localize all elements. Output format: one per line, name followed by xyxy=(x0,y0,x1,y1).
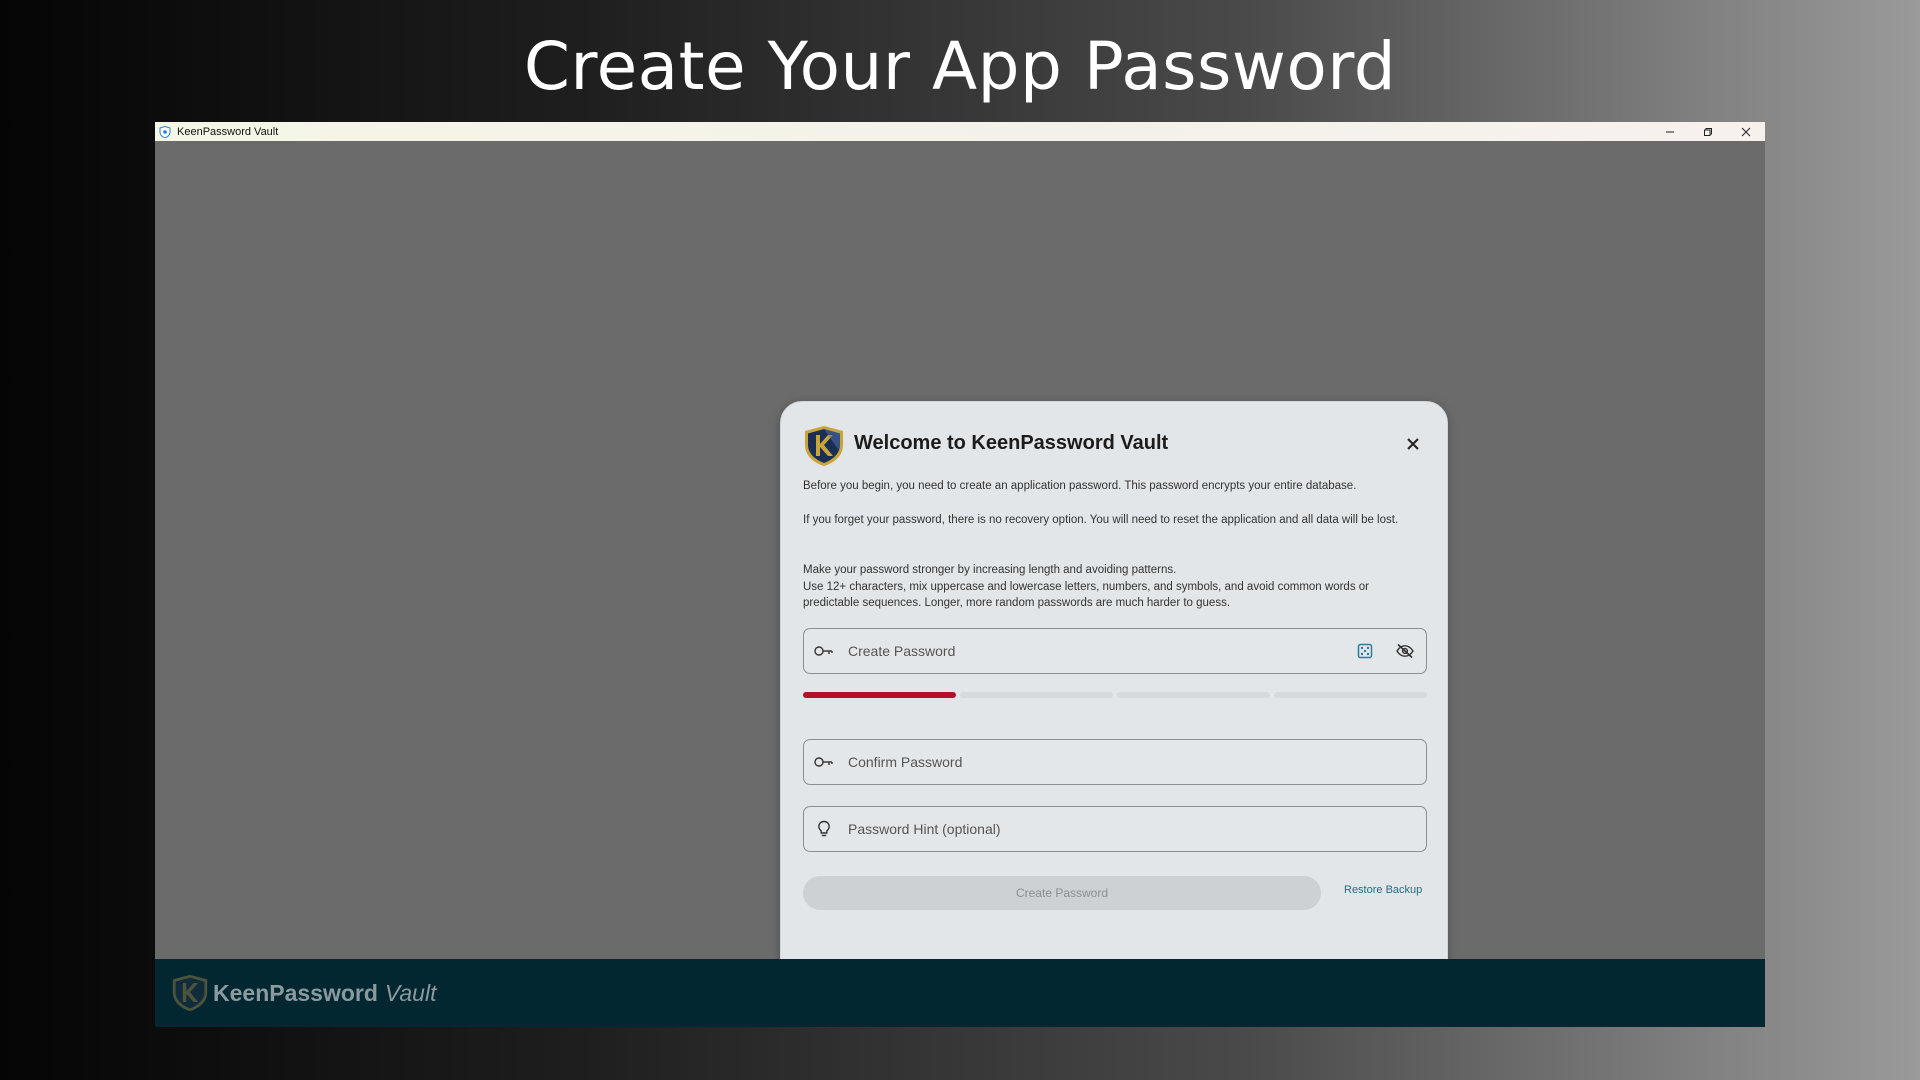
create-password-input[interactable] xyxy=(846,642,1354,660)
window-controls xyxy=(1651,122,1765,141)
strength-segment xyxy=(1274,692,1427,698)
minimize-button[interactable] xyxy=(1651,122,1689,141)
app-shield-icon xyxy=(159,125,171,138)
create-password-button[interactable]: Create Password xyxy=(803,876,1321,910)
lightbulb-icon xyxy=(814,819,834,839)
window-close-button[interactable] xyxy=(1727,122,1765,141)
tip-text: Make your password stronger by increasin… xyxy=(803,564,1177,576)
dialog-title: Welcome to KeenPassword Vault xyxy=(854,432,1169,454)
generate-password-button[interactable] xyxy=(1354,640,1376,662)
password-strength-meter xyxy=(803,692,1427,698)
strength-segment xyxy=(1117,692,1270,698)
eye-off-icon xyxy=(1396,643,1414,659)
shield-logo-icon xyxy=(803,425,845,467)
password-hint-field xyxy=(803,806,1427,852)
key-icon xyxy=(814,641,834,661)
warning-text: If you forget your password, there is no… xyxy=(803,514,1399,526)
confirm-password-field xyxy=(803,739,1427,785)
footer-shield-logo-icon xyxy=(171,972,209,1014)
password-hint-input[interactable] xyxy=(846,820,1426,838)
tip-detail-text: Use 12+ characters, mix uppercase and lo… xyxy=(803,580,1369,610)
restore-backup-link[interactable]: Restore Backup xyxy=(1344,884,1422,896)
app-window: KeenPassword Vault Welcome to KeenPasswo… xyxy=(155,122,1765,1027)
window-titlebar[interactable]: KeenPassword Vault xyxy=(155,122,1765,141)
toggle-visibility-button[interactable] xyxy=(1394,640,1416,662)
dialog-close-button[interactable] xyxy=(1401,432,1425,456)
restore-button[interactable] xyxy=(1689,122,1727,141)
minimize-icon xyxy=(1666,131,1674,132)
intro-text: Before you begin, you need to create an … xyxy=(803,480,1357,492)
window-close-icon xyxy=(1741,127,1751,136)
page-headline: Create Your App Password xyxy=(523,28,1397,105)
footer-brand-suffix: Vault xyxy=(384,979,437,1006)
window-title: KeenPassword Vault xyxy=(177,125,279,138)
confirm-password-input[interactable] xyxy=(846,753,1426,771)
dice-icon xyxy=(1357,643,1373,659)
strength-segment xyxy=(803,692,956,698)
app-footer: KeenPassword Vault xyxy=(155,959,1765,1027)
restore-icon xyxy=(1704,127,1712,136)
strength-segment xyxy=(960,692,1113,698)
footer-brand: KeenPassword xyxy=(213,979,378,1006)
welcome-dialog: Welcome to KeenPassword Vault Before you… xyxy=(780,401,1448,1010)
key-icon xyxy=(814,752,834,772)
close-icon xyxy=(1407,438,1419,450)
create-password-field xyxy=(803,628,1427,674)
